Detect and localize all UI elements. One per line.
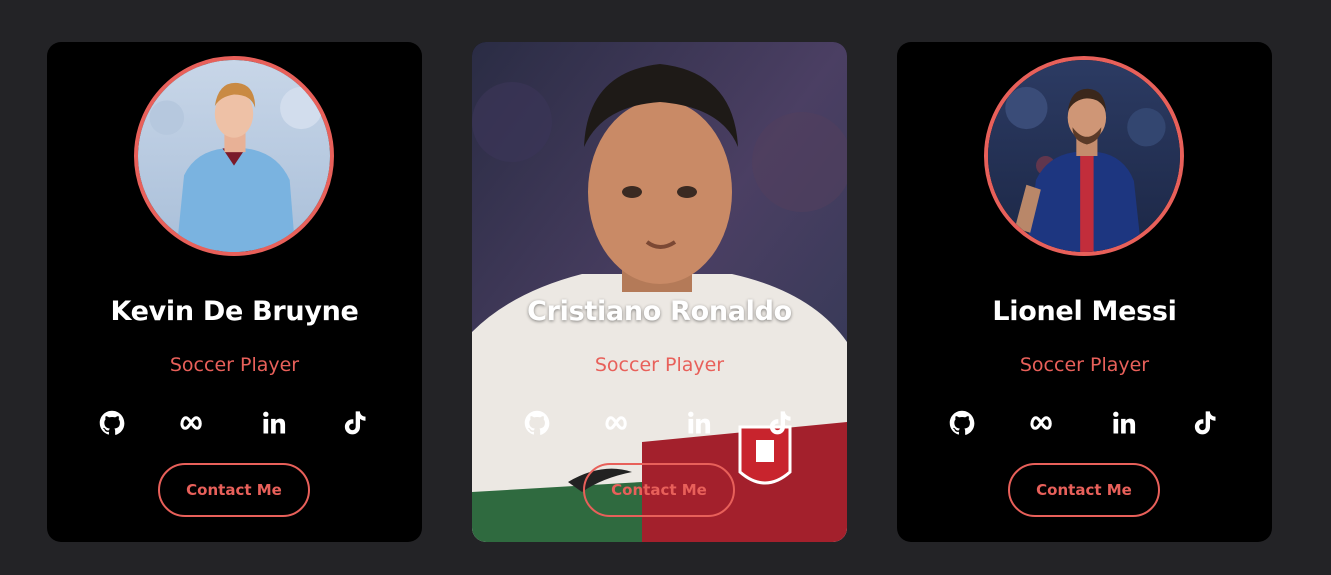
profile-card-messi[interactable]: Lionel Messi Soccer Player Contact Me — [897, 42, 1272, 542]
contact-button[interactable]: Contact Me — [158, 463, 310, 517]
social-links — [897, 407, 1272, 439]
player-role: Soccer Player — [169, 354, 300, 376]
social-links — [47, 407, 422, 439]
player-role: Soccer Player — [1019, 354, 1150, 376]
tiktok-icon[interactable] — [339, 407, 371, 439]
player-role: Soccer Player — [594, 354, 725, 376]
player-photo — [988, 60, 1180, 252]
avatar — [134, 56, 334, 256]
github-icon[interactable] — [946, 407, 978, 439]
player-name: Cristiano Ronaldo — [527, 296, 792, 327]
github-icon[interactable] — [96, 407, 128, 439]
linkedin-icon[interactable] — [258, 407, 290, 439]
player-name: Kevin De Bruyne — [110, 296, 359, 327]
meta-icon[interactable] — [177, 407, 209, 439]
profile-card-ronaldo[interactable]: Cristiano Ronaldo Soccer Player Contact … — [472, 42, 847, 542]
profile-card-de-bruyne[interactable]: Kevin De Bruyne Soccer Player Contact Me — [47, 42, 422, 542]
tiktok-icon[interactable] — [764, 407, 796, 439]
tiktok-icon[interactable] — [1189, 407, 1221, 439]
avatar — [984, 56, 1184, 256]
meta-icon[interactable] — [602, 407, 634, 439]
player-photo — [138, 60, 330, 252]
contact-button[interactable]: Contact Me — [583, 463, 735, 517]
social-links — [472, 407, 847, 439]
contact-button[interactable]: Contact Me — [1008, 463, 1160, 517]
meta-icon[interactable] — [1027, 407, 1059, 439]
player-name: Lionel Messi — [992, 296, 1177, 327]
linkedin-icon[interactable] — [1108, 407, 1140, 439]
linkedin-icon[interactable] — [683, 407, 715, 439]
github-icon[interactable] — [521, 407, 553, 439]
